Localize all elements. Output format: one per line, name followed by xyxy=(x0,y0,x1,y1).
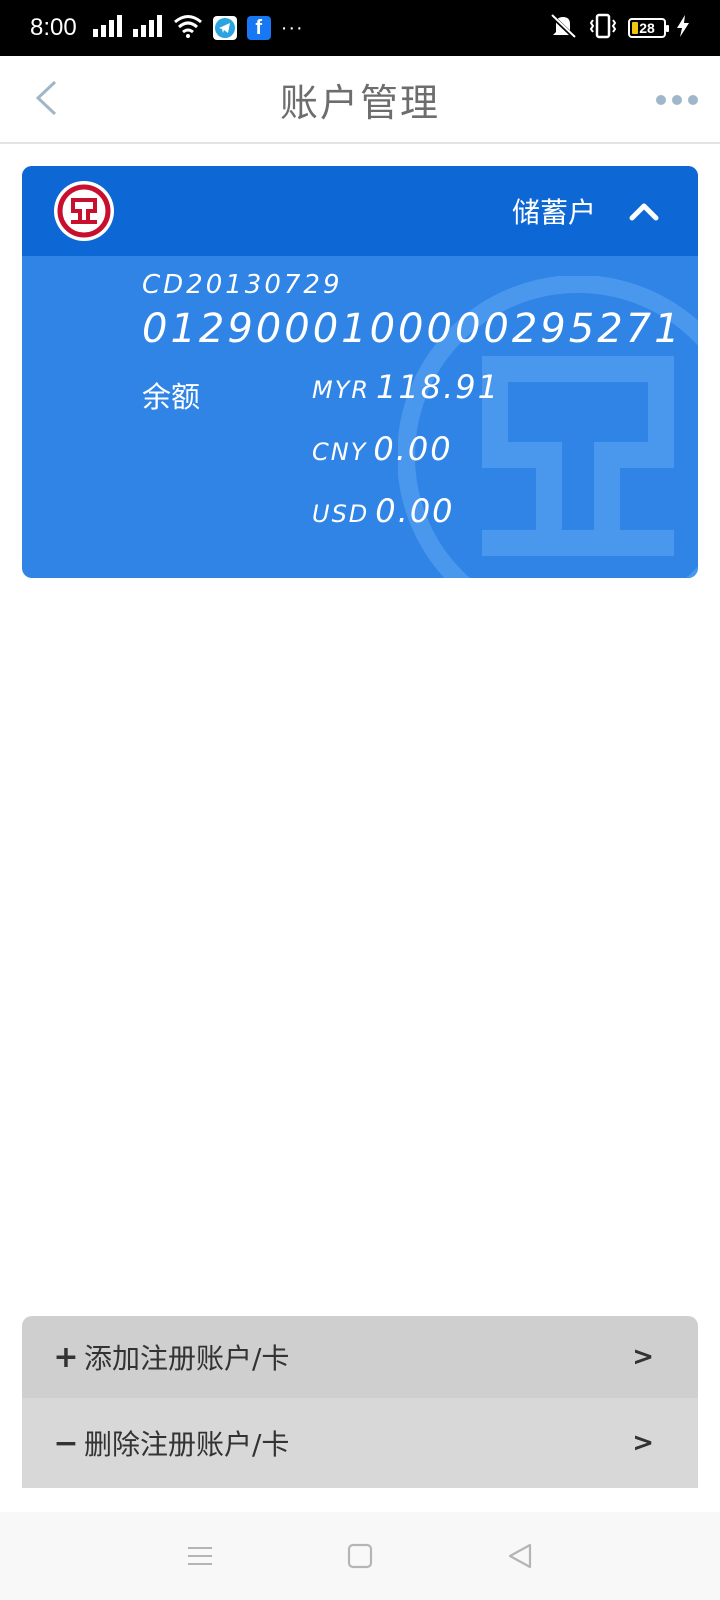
balance-list: MYR 118.91 CNY 0.00 USD 0.00 xyxy=(312,368,500,554)
balance-amount: 0.00 xyxy=(375,492,455,530)
account-card-body: CD20130729 0129000100000295271 余额 MYR 11… xyxy=(22,256,698,578)
more-dots-icon xyxy=(656,95,666,105)
account-card-header[interactable]: 储蓄户 xyxy=(22,166,698,256)
add-account-left: + 添加注册账户/卡 xyxy=(52,1337,289,1377)
status-bar-left: 8:00 f ··· xyxy=(30,14,304,43)
status-time: 8:00 xyxy=(30,14,77,41)
back-triangle-icon xyxy=(508,1543,532,1569)
mute-vibrate-icon xyxy=(548,12,578,45)
remove-account-button[interactable]: − 删除注册账户/卡 > xyxy=(22,1398,698,1488)
wifi-icon xyxy=(173,14,203,43)
collapse-button[interactable] xyxy=(626,193,662,229)
add-account-button[interactable]: + 添加注册账户/卡 > xyxy=(22,1316,698,1398)
chevron-left-icon xyxy=(33,78,59,122)
add-account-label: 添加注册账户/卡 xyxy=(84,1342,290,1375)
balance-row: MYR 118.91 xyxy=(312,368,500,430)
balance-amount: 118.91 xyxy=(376,368,501,406)
chevron-up-icon xyxy=(629,203,659,221)
back-button[interactable] xyxy=(22,76,70,124)
balance-amount: 0.00 xyxy=(373,430,453,468)
telegram-icon xyxy=(212,16,237,40)
status-bar-right: 28 xyxy=(548,12,690,45)
account-number: 0129000100000295271 xyxy=(142,306,683,352)
remove-account-label: 删除注册账户/卡 xyxy=(84,1428,290,1461)
charging-icon xyxy=(676,14,690,42)
menu-button[interactable] xyxy=(176,1532,224,1580)
icbc-logo-icon xyxy=(54,181,114,241)
chevron-right-icon: > xyxy=(632,1342,654,1372)
page-title: 账户管理 xyxy=(279,80,440,125)
vibrate-icon xyxy=(588,13,618,44)
home-button[interactable] xyxy=(336,1532,384,1580)
account-card[interactable]: 储蓄户 CD20130729 0129000100000295271 余额 MY… xyxy=(22,166,698,578)
account-type-label: 储蓄户 xyxy=(511,196,596,229)
system-back-button[interactable] xyxy=(496,1532,544,1580)
more-notifications-icon: ··· xyxy=(280,16,304,39)
plus-icon: + xyxy=(53,1339,79,1375)
battery-icon: 28 xyxy=(628,18,669,38)
balance-row: USD 0.00 xyxy=(312,492,500,554)
remove-account-left: − 删除注册账户/卡 xyxy=(52,1423,289,1463)
nav-bar: 账户管理 xyxy=(0,56,720,144)
status-bar: 8:00 f ··· 28 xyxy=(0,0,720,56)
balance-label: 余额 xyxy=(142,380,201,414)
account-code: CD20130729 xyxy=(142,270,343,300)
more-button[interactable] xyxy=(650,82,698,118)
battery-level: 28 xyxy=(639,20,655,36)
balance-currency: USD xyxy=(312,500,370,528)
menu-icon xyxy=(188,1547,212,1565)
balance-row: CNY 0.00 xyxy=(312,430,500,492)
home-square-icon xyxy=(347,1543,373,1569)
chevron-right-icon: > xyxy=(632,1428,654,1458)
facebook-icon: f xyxy=(246,16,271,40)
signal-icon xyxy=(132,14,163,42)
minus-icon: − xyxy=(53,1425,79,1461)
balance-currency: CNY xyxy=(312,438,368,466)
system-nav-bar xyxy=(0,1512,720,1600)
account-actions: + 添加注册账户/卡 > − 删除注册账户/卡 > xyxy=(22,1316,698,1488)
balance-currency: MYR xyxy=(312,376,371,404)
signal-icon xyxy=(92,14,123,42)
account-card-header-right: 储蓄户 xyxy=(512,191,662,231)
